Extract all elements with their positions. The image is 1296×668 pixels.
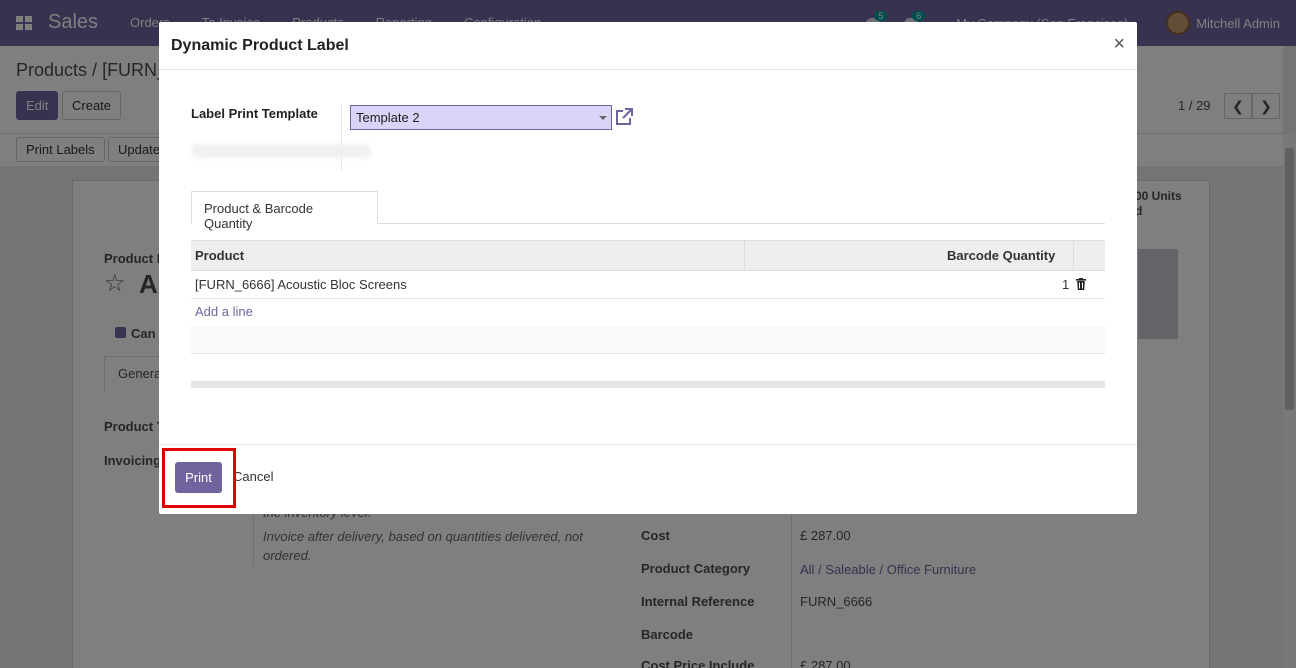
column-separator [1073,241,1074,271]
template-select-value: Template 2 [356,110,420,125]
table-header: Product Barcode Quantity [191,240,1105,271]
add-a-line-link[interactable]: Add a line [195,304,253,319]
modal-header: Dynamic Product Label × [159,22,1137,70]
label-print-template-label: Label Print Template [191,106,318,121]
table-row[interactable]: [FURN_6666] Acoustic Bloc Screens 1 [191,271,1105,299]
row-barcode-quantity: 1 [1062,277,1070,292]
table-footer [191,381,1105,388]
close-icon[interactable]: × [1113,33,1125,56]
trash-icon[interactable] [1076,278,1086,290]
empty-row [191,326,1105,354]
modal-footer: Print Cancel [159,444,1137,514]
print-button-highlight [162,448,236,508]
field-divider [341,104,342,170]
blurred-field [191,144,371,158]
add-line-row: Add a line [191,299,1105,327]
label-print-template-select[interactable]: Template 2 [350,105,612,130]
modal-title: Dynamic Product Label [171,37,349,54]
caret-down-icon [599,116,607,120]
cancel-button[interactable]: Cancel [233,469,273,484]
external-link-icon[interactable] [614,107,634,127]
column-header-barcode-quantity[interactable]: Barcode Quantity [947,248,1055,263]
tab-product-barcode-quantity[interactable]: Product & Barcode Quantity [191,191,378,231]
row-product: [FURN_6666] Acoustic Bloc Screens [195,277,407,292]
column-header-product[interactable]: Product [195,248,244,263]
column-separator [744,241,745,271]
dynamic-product-label-dialog: Dynamic Product Label × Label Print Temp… [159,22,1137,514]
